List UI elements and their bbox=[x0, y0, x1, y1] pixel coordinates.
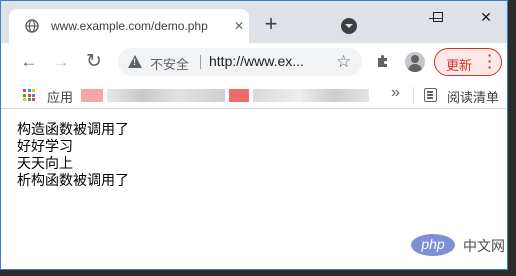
address-bar[interactable]: 不安全 http://www.ex... ☆ bbox=[118, 48, 362, 76]
output-line: 构造函数被调用了 bbox=[17, 122, 129, 138]
output-line: 析构函数被调用了 bbox=[17, 173, 129, 189]
apps-grid-icon[interactable] bbox=[23, 89, 35, 101]
bookmarks-overflow-icon[interactable]: » bbox=[391, 84, 400, 102]
tab-close-icon[interactable]: ✕ bbox=[231, 18, 247, 34]
reading-list-label[interactable]: 阅读清单 bbox=[447, 87, 499, 106]
security-label[interactable]: 不安全 bbox=[150, 54, 189, 73]
globe-icon bbox=[25, 19, 39, 33]
update-label: 更新 bbox=[446, 58, 473, 73]
output-line: 天天向上 bbox=[17, 156, 73, 172]
title-bar: www.example.com/demo.php ✕ + — ✕ bbox=[1, 1, 507, 43]
url-text[interactable]: http://www.ex... bbox=[209, 53, 325, 69]
tab-active[interactable]: www.example.com/demo.php ✕ bbox=[9, 9, 249, 43]
output-line: 好好学习 bbox=[17, 139, 73, 155]
bookmarks-divider bbox=[413, 87, 414, 103]
menu-dots-icon: · · · bbox=[487, 47, 493, 75]
maximize-icon bbox=[433, 12, 443, 22]
tab-search-icon[interactable] bbox=[341, 18, 357, 34]
browser-window: www.example.com/demo.php ✕ + — ✕ ← → ↻ 不… bbox=[0, 0, 508, 270]
desktop-bottom-edge bbox=[0, 270, 516, 276]
page-content: 构造函数被调用了 好好学习 天天向上 析构函数被调用了 bbox=[17, 122, 129, 190]
forward-button[interactable]: → bbox=[51, 52, 71, 72]
watermark-site-text: 中文网 bbox=[463, 238, 505, 254]
desktop-edge bbox=[508, 0, 516, 276]
omnibox-divider bbox=[200, 55, 201, 69]
blurred-bookmark-text[interactable] bbox=[253, 89, 369, 102]
profile-avatar-icon[interactable] bbox=[405, 52, 425, 72]
reading-list-icon[interactable] bbox=[424, 88, 437, 102]
new-tab-button[interactable]: + bbox=[261, 13, 281, 35]
warning-icon[interactable] bbox=[128, 55, 142, 68]
blurred-bookmark-favicon[interactable] bbox=[81, 89, 103, 102]
reload-button[interactable]: ↻ bbox=[84, 52, 104, 72]
apps-label[interactable]: 应用 bbox=[47, 87, 73, 106]
blurred-bookmark-favicon[interactable] bbox=[229, 89, 249, 102]
tab-title: www.example.com/demo.php bbox=[51, 19, 208, 33]
close-window-button[interactable]: ✕ bbox=[465, 1, 507, 33]
extensions-puzzle-icon[interactable] bbox=[375, 53, 391, 69]
bookmark-star-icon[interactable]: ☆ bbox=[336, 52, 351, 72]
watermark-logo-text: php bbox=[421, 236, 445, 252]
back-button[interactable]: ← bbox=[19, 52, 39, 72]
update-button[interactable]: 更新 · · · bbox=[434, 48, 502, 76]
toolbar: ← → ↻ 不安全 http://www.ex... ☆ 更新 ··· bbox=[1, 43, 507, 81]
php-logo-icon: php bbox=[411, 234, 455, 256]
bookmarks-bar: 应用 » 阅读清单 bbox=[1, 81, 507, 109]
blurred-bookmark-text[interactable] bbox=[107, 89, 225, 102]
maximize-button[interactable] bbox=[417, 1, 459, 33]
